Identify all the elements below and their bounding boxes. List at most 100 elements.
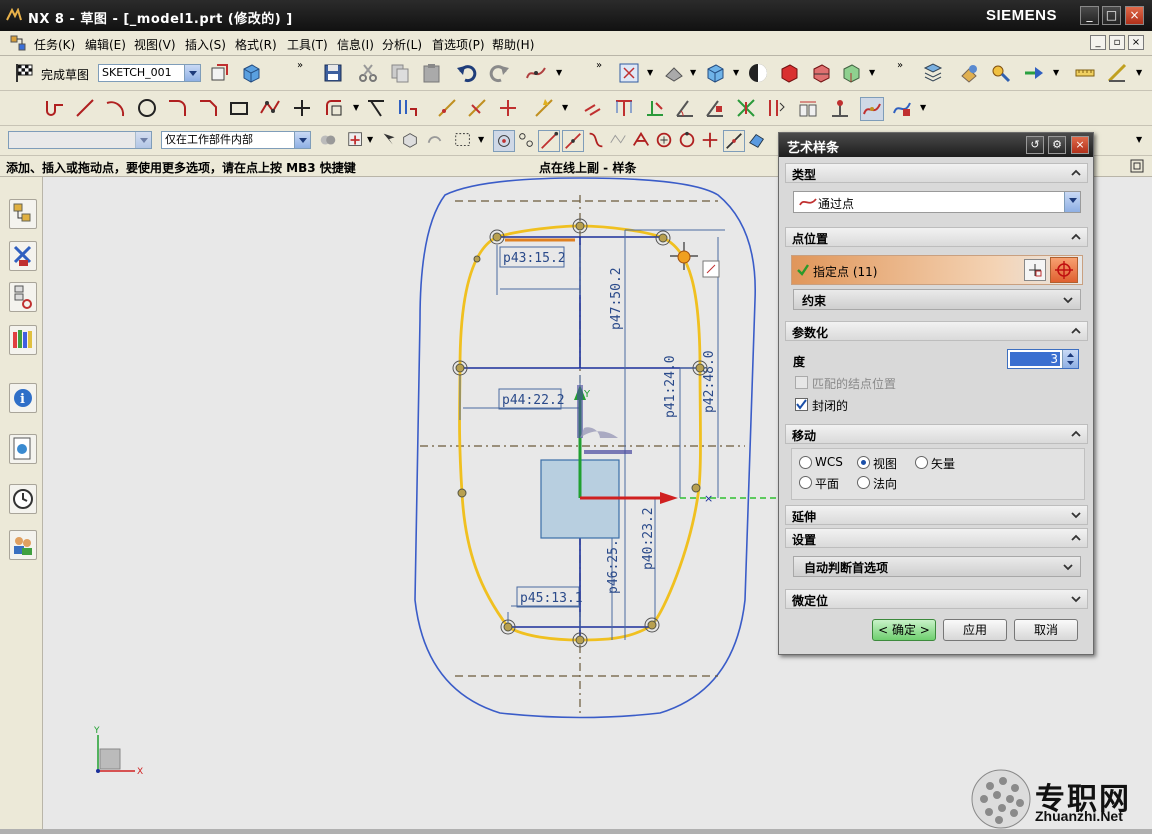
section-view-icon[interactable] xyxy=(778,62,800,84)
line-icon[interactable] xyxy=(74,97,96,119)
move-plane-radio[interactable] xyxy=(799,476,812,489)
reset-icon[interactable]: ↺ xyxy=(1026,136,1044,154)
cancel-button[interactable]: 取消 xyxy=(1014,619,1078,641)
reattach-icon[interactable] xyxy=(240,62,262,84)
snap-arrow-icon[interactable] xyxy=(1023,62,1045,84)
move-wcs-radio[interactable] xyxy=(799,456,812,469)
hd3d-tools-button[interactable]: i xyxy=(9,383,37,413)
snap-mid-icon[interactable] xyxy=(562,130,584,152)
rectangle-icon[interactable] xyxy=(228,97,250,119)
dialog-titlebar[interactable]: 艺术样条 ↺ ⚙ × xyxy=(779,133,1093,157)
dim-p41[interactable]: p41:24.0 xyxy=(663,355,678,418)
chevron-down-icon[interactable]: ▼ xyxy=(920,103,926,112)
menu-tools[interactable]: 工具(T) xyxy=(287,36,328,53)
history-button[interactable] xyxy=(9,484,37,514)
apply-button[interactable]: 应用 xyxy=(943,619,1007,641)
chevron-down-icon[interactable]: ▼ xyxy=(869,68,875,77)
spinner-arrows-icon[interactable] xyxy=(1062,350,1078,368)
select-all-icon[interactable] xyxy=(380,130,400,150)
constraint-navigator-button[interactable] xyxy=(9,241,37,271)
chevron-down-icon[interactable]: ▼ xyxy=(562,103,568,112)
chevron-down-icon[interactable]: ▼ xyxy=(733,68,739,77)
menu-task[interactable]: 任务(K) xyxy=(34,36,75,53)
chevron-down-icon[interactable]: ▼ xyxy=(647,68,653,77)
section-settings[interactable]: 设置 xyxy=(785,528,1088,548)
reuse-library-button[interactable] xyxy=(9,325,37,355)
closed-checkbox[interactable] xyxy=(795,398,808,411)
chevron-down-icon[interactable] xyxy=(184,65,200,81)
angle-icon[interactable] xyxy=(674,97,696,119)
part-navigator-button[interactable] xyxy=(9,282,37,312)
app-menu-icon[interactable] xyxy=(10,35,26,51)
snap-point-on-surface-icon[interactable] xyxy=(747,130,767,150)
mdi-restore-button[interactable]: ▫ xyxy=(1109,35,1125,50)
ruler-icon[interactable] xyxy=(1074,62,1096,84)
make-corner-icon[interactable] xyxy=(396,97,418,119)
arc-icon[interactable] xyxy=(104,97,126,119)
dim-p43[interactable]: p43:15.2 xyxy=(503,251,566,266)
alternate-solution-icon[interactable] xyxy=(765,97,787,119)
layers-icon[interactable] xyxy=(922,62,944,84)
mdi-close-button[interactable]: × xyxy=(1128,35,1144,50)
quick-trim-icon[interactable] xyxy=(365,97,387,119)
snap-center-icon[interactable] xyxy=(654,130,674,150)
dim-p45[interactable]: p45:13.1 xyxy=(520,591,583,606)
select-box-icon[interactable] xyxy=(400,130,420,150)
fit-view-icon[interactable] xyxy=(618,62,640,84)
assembly-navigator-button[interactable] xyxy=(9,199,37,229)
studio-spline-icon[interactable] xyxy=(860,97,884,121)
filter-reset-icon[interactable] xyxy=(318,130,338,150)
snap-intersection-icon[interactable] xyxy=(631,130,651,150)
snap-end-icon[interactable] xyxy=(538,130,560,152)
cut-icon[interactable] xyxy=(357,62,379,84)
menu-view[interactable]: 视图(V) xyxy=(134,36,176,53)
specify-point-row[interactable]: 指定点 (11) xyxy=(791,255,1083,285)
snap-endpoint-icon[interactable] xyxy=(516,130,536,150)
sketch-orient-icon[interactable] xyxy=(209,62,231,84)
color-mesh-icon[interactable] xyxy=(840,62,862,84)
snap-point-enable-icon[interactable] xyxy=(493,130,515,152)
move-normal-radio[interactable] xyxy=(857,476,870,489)
menu-format[interactable]: 格式(R) xyxy=(235,36,277,53)
measure-icon[interactable] xyxy=(990,62,1012,84)
chevron-down-icon[interactable]: ▼ xyxy=(1136,68,1142,77)
section-point-position[interactable]: 点位置 xyxy=(785,227,1088,247)
dimension-line-icon[interactable] xyxy=(436,97,458,119)
dim-p42[interactable]: p42:48.0 xyxy=(702,350,717,413)
section-move[interactable]: 移动 xyxy=(785,424,1088,444)
dim-p47[interactable]: p47:50.2 xyxy=(609,267,624,330)
section-type[interactable]: 类型 xyxy=(785,163,1088,183)
inferred-point-button[interactable] xyxy=(1050,257,1078,283)
maximize-button[interactable]: □ xyxy=(1102,6,1121,25)
fillet-icon[interactable] xyxy=(166,97,188,119)
finish-sketch-flag-icon[interactable] xyxy=(13,62,35,84)
offset-curve-icon[interactable] xyxy=(323,97,345,119)
minimize-button[interactable]: _ xyxy=(1080,6,1099,25)
rotate-handle[interactable] xyxy=(580,427,618,438)
snap-on-surface-icon[interactable] xyxy=(608,130,628,150)
menu-analysis[interactable]: 分析(L) xyxy=(382,36,422,53)
fullscreen-icon[interactable] xyxy=(1130,159,1144,173)
select-feature-icon[interactable] xyxy=(425,130,445,150)
snap-quadrant-icon[interactable] xyxy=(677,130,697,150)
menu-help[interactable]: 帮助(H) xyxy=(492,36,534,53)
toolbar-overflow-icon[interactable]: » xyxy=(297,60,303,71)
dialog-close-button[interactable]: × xyxy=(1071,136,1089,154)
undo-icon[interactable] xyxy=(456,62,478,84)
dim-p44[interactable]: p44:22.2 xyxy=(502,393,565,408)
parallel-icon[interactable] xyxy=(582,97,604,119)
draft-analysis-icon[interactable] xyxy=(1106,62,1128,84)
type-filter-select[interactable] xyxy=(8,131,152,149)
finish-sketch-label[interactable]: 完成草图 xyxy=(41,66,89,83)
rect-select-icon[interactable] xyxy=(453,130,473,150)
redo-icon[interactable] xyxy=(488,62,510,84)
view-orient-icon[interactable] xyxy=(704,62,726,84)
chevron-down-icon[interactable]: ▼ xyxy=(1136,135,1142,144)
chevron-down-icon[interactable]: ▼ xyxy=(353,103,359,112)
perpendicular-icon[interactable] xyxy=(613,97,635,119)
save-icon[interactable] xyxy=(322,62,344,84)
scope-filter-select[interactable]: 仅在工作部件内部 xyxy=(161,131,311,149)
dim-p40[interactable]: p40:23.2 xyxy=(641,507,656,570)
outer-boundary-curve[interactable] xyxy=(414,177,756,719)
close-button[interactable]: × xyxy=(1125,6,1144,25)
